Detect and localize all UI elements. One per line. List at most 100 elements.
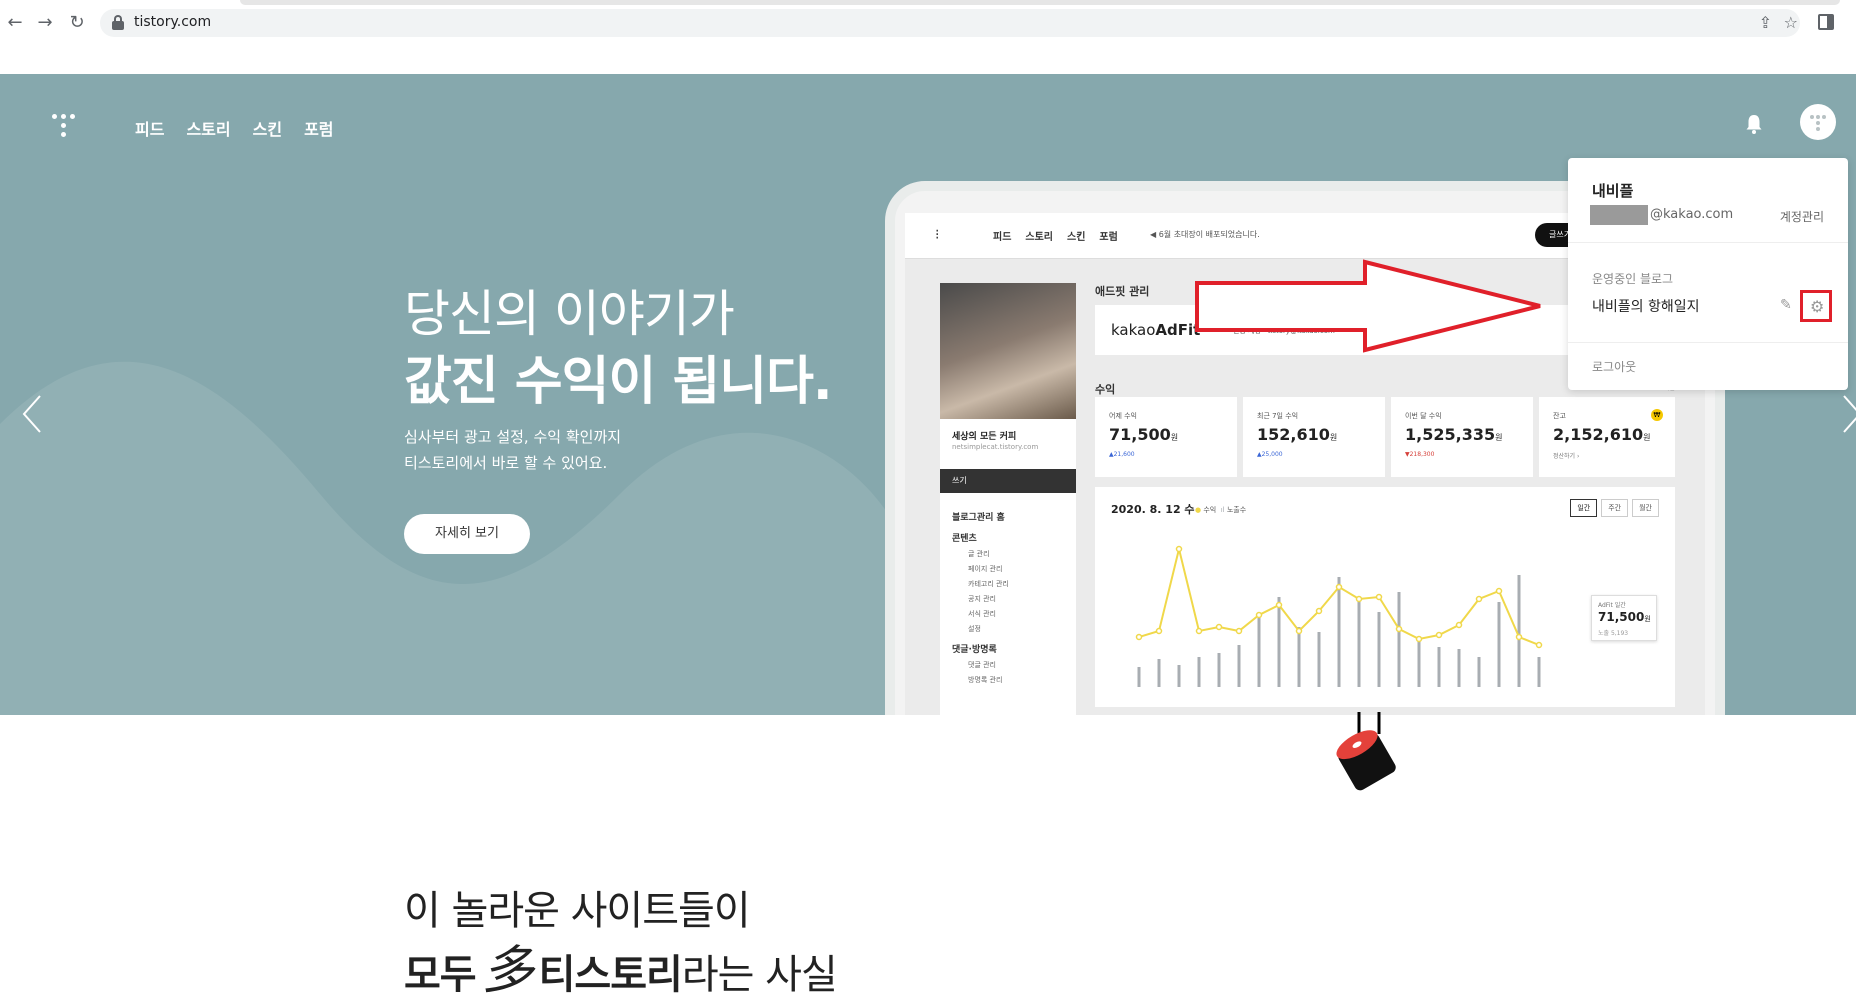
divider	[1568, 242, 1848, 243]
mockup-menu-item: 페이지 관리	[968, 565, 1003, 573]
account-manage-link[interactable]: 계정관리	[1780, 208, 1824, 225]
coffee-photo	[940, 283, 1076, 419]
chart-point	[1515, 633, 1523, 641]
mockup-nav-item: 스킨	[1067, 232, 1086, 243]
blog-settings-button[interactable]: ⚙	[1800, 290, 1832, 322]
stat-value-number: 2,152,610	[1553, 425, 1644, 444]
chart-point	[1275, 601, 1283, 609]
mockup-menu: 블로그관리 홈 콘텐츠 글 관리 페이지 관리 카테고리 관리 공지 관리 서식…	[952, 505, 1009, 688]
won-coin-icon: ₩	[1651, 409, 1663, 421]
stat-card: 어제 수익 71,500원 ▲21,600	[1095, 397, 1237, 477]
tistory-logo[interactable]	[52, 114, 78, 140]
chart-point	[1315, 607, 1323, 615]
adfit-brand-kakao: kakao	[1111, 321, 1156, 339]
mockup-nav-item: 피드	[993, 232, 1012, 243]
reload-icon[interactable]: ↻	[66, 12, 88, 34]
chart-bar	[1137, 667, 1141, 687]
chart-bar	[1297, 627, 1301, 687]
nav-skin[interactable]: 스킨	[253, 116, 282, 140]
share-icon[interactable]: ⇪	[1759, 13, 1772, 32]
lock-icon	[112, 15, 124, 30]
side-panel-icon[interactable]	[1818, 14, 1834, 30]
hero-subtitle-line1: 심사부터 광고 설정, 수익 확인까지	[404, 428, 622, 446]
stat-card: 이번 달 수익 1,525,335원 ▼218,300	[1391, 397, 1533, 477]
mockup-menu-item: 공지 관리	[968, 595, 996, 603]
chart-point	[1295, 627, 1303, 635]
carousel-next-icon[interactable]	[1840, 394, 1856, 434]
back-icon[interactable]: ←	[4, 12, 26, 34]
bottom-headline-line2: 모두 多 티스토리라는 사실	[404, 928, 838, 1003]
nav-story[interactable]: 스토리	[186, 116, 230, 140]
mockup-menu-item: 카테고리 관리	[968, 580, 1009, 588]
bottom-word-modu: 모두	[404, 952, 477, 998]
chart-bar	[1177, 665, 1181, 687]
blog-link[interactable]: 내비플의 항해일지	[1592, 296, 1700, 316]
chart-bar	[1377, 612, 1381, 687]
chart-point	[1135, 633, 1143, 641]
hero-subtitle: 심사부터 광고 설정, 수익 확인까지 티스토리에서 바로 할 수 있어요.	[404, 424, 621, 476]
tooltip-value-number: 71,500	[1598, 610, 1645, 624]
mockup-menu-item: 서식 관리	[968, 610, 996, 618]
stat-label: 어제 수익	[1109, 412, 1137, 420]
stat-value-number: 1,525,335	[1405, 425, 1496, 444]
pencil-icon[interactable]: ✎	[1780, 297, 1792, 313]
chart-point	[1355, 595, 1363, 603]
divider	[1568, 342, 1848, 343]
hero-title-line2: 값진 수익이 됩니다.	[404, 352, 833, 412]
star-icon[interactable]: ☆	[1784, 13, 1798, 32]
stats-row: 어제 수익 71,500원 ▲21,600 최근 7일 수익 152,610원 …	[1095, 397, 1675, 477]
bell-icon[interactable]	[1745, 114, 1763, 134]
chart-bar	[1457, 649, 1461, 687]
mockup-menu-home: 블로그관리 홈	[952, 513, 1005, 523]
stat-unit: 원	[1170, 433, 1179, 442]
carousel-prev-icon[interactable]	[20, 394, 48, 434]
chart-point	[1415, 635, 1423, 643]
chart-bar	[1197, 657, 1201, 687]
avatar[interactable]	[1800, 104, 1836, 140]
stat-label: 이번 달 수익	[1405, 412, 1442, 420]
chart-point	[1335, 583, 1343, 591]
chart-point	[1495, 587, 1503, 595]
tooltip-sub: 노출 5,193	[1598, 630, 1629, 637]
main-nav: 피드 스토리 스킨 포럼	[135, 116, 334, 140]
chart-bar	[1337, 577, 1341, 687]
forward-icon[interactable]: →	[34, 12, 56, 34]
nav-feed[interactable]: 피드	[135, 116, 164, 140]
bottom-word-tistory: 티스토리	[538, 952, 683, 998]
chart-bar	[1537, 657, 1541, 687]
adfit-brand-adfit: AdFit	[1155, 321, 1201, 339]
gear-icon: ⚙	[1810, 297, 1825, 316]
stat-value: 2,152,610원	[1553, 425, 1650, 444]
chart-point	[1175, 545, 1183, 553]
mockup-menu-contents: 콘텐츠	[952, 534, 977, 544]
stat-change: ▲21,600	[1109, 451, 1135, 458]
nav-forum[interactable]: 포럼	[304, 116, 333, 140]
chart-bar	[1437, 647, 1441, 687]
revenue-chart-card: 2020. 8. 12 수 ● 수익 ıl 노출수 일간 주간 월간 AdFit…	[1095, 487, 1675, 707]
mockup-nav: 피드 스토리 스킨 포럼	[993, 228, 1118, 243]
chart-bar	[1417, 637, 1421, 687]
mockup-menu-item: 글 관리	[968, 550, 990, 558]
logout-link[interactable]: 로그아웃	[1592, 358, 1636, 375]
chart-bar	[1277, 597, 1281, 687]
stat-value-number: 152,610	[1257, 425, 1330, 444]
url-text[interactable]: tistory.com	[134, 14, 211, 30]
stat-unit: 원	[1329, 433, 1338, 442]
hero-title-line1: 당신의 이야기가	[404, 285, 735, 343]
mockup-menu-comments: 댓글·방명록	[952, 645, 997, 655]
mockup-menu-item: 댓글 관리	[968, 661, 996, 669]
stat-settle-link: 정산하기 ›	[1553, 453, 1580, 460]
address-bar[interactable]: tistory.com ⇪ ☆	[100, 9, 1800, 37]
account-email: @kakao.com	[1650, 207, 1734, 222]
chart-bar	[1497, 602, 1501, 687]
mockup-menu-item: 설정	[968, 625, 981, 633]
stat-card: 잔고 2,152,610원 정산하기 › ₩	[1539, 397, 1675, 477]
stat-unit: 원	[1643, 433, 1651, 442]
chart-point	[1235, 627, 1243, 635]
learn-more-button[interactable]: 자세히 보기	[404, 514, 530, 554]
email-redaction	[1590, 205, 1648, 225]
adfit-brand: kakaoAdFit	[1111, 321, 1200, 339]
chart-point	[1215, 623, 1223, 631]
chart-bar	[1237, 645, 1241, 687]
mockup-blog-url: netsimplecat.tistory.com	[952, 443, 1039, 451]
